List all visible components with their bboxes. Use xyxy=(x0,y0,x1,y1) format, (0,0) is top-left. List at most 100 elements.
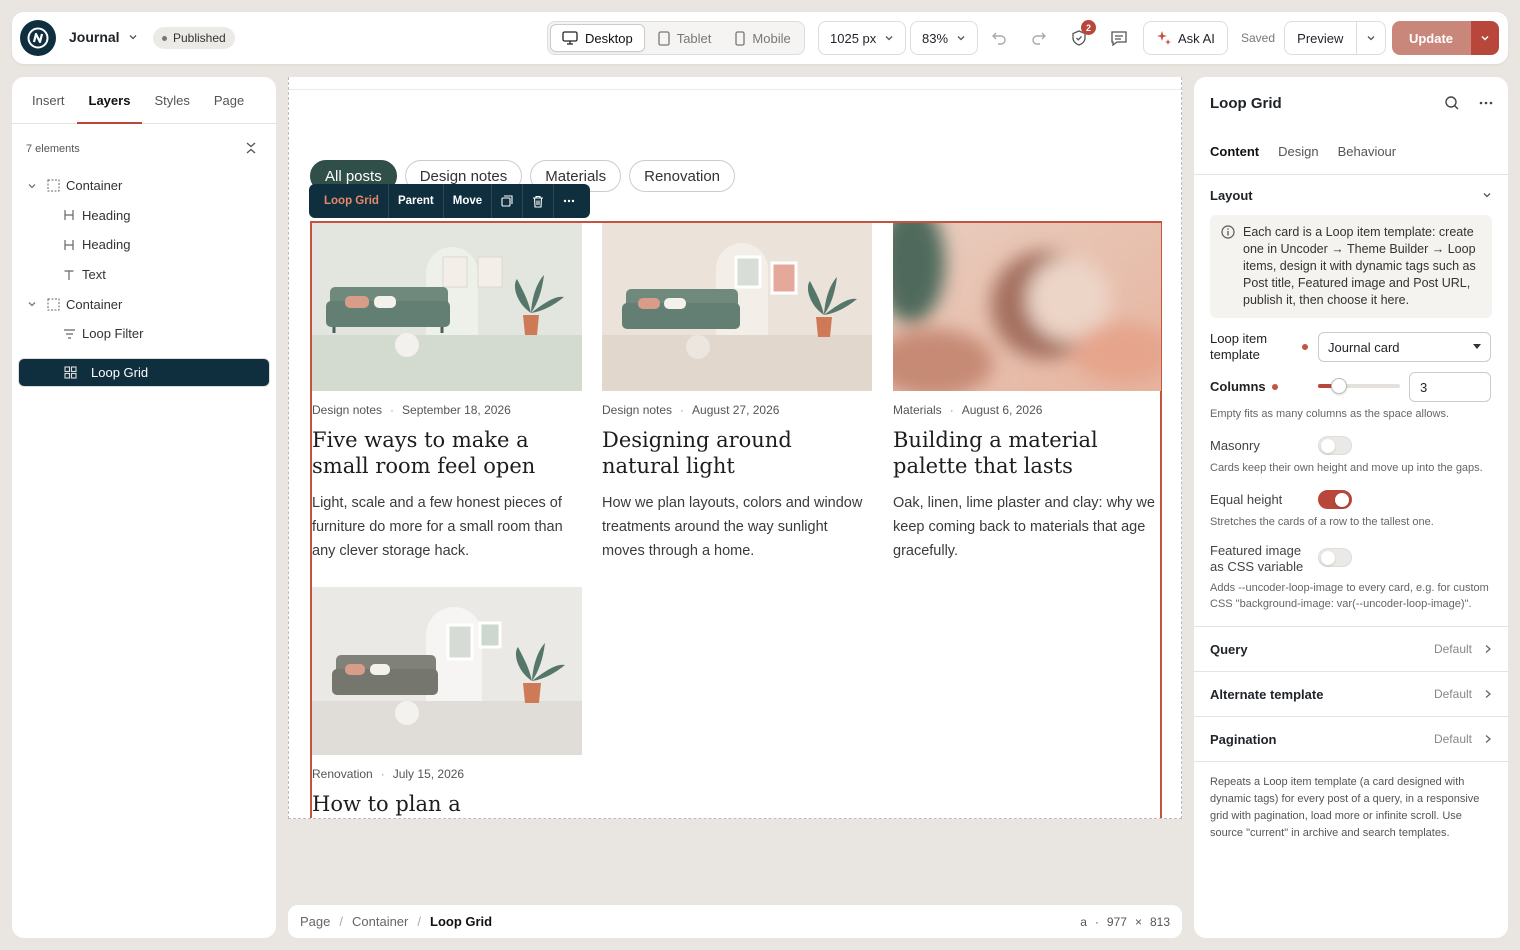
editor-canvas[interactable]: All posts Design notes Materials Renovat… xyxy=(288,77,1182,819)
post-category: Design notes xyxy=(602,403,673,417)
layer-item-text[interactable]: Text xyxy=(18,260,270,290)
trash-icon xyxy=(533,195,544,208)
masonry-toggle[interactable] xyxy=(1318,436,1352,455)
post-title[interactable]: How to plan a xyxy=(312,791,582,817)
device-switcher: Desktop Tablet Mobile xyxy=(547,21,805,55)
chevron-down-icon xyxy=(1483,193,1491,198)
layer-item-loop-grid[interactable]: Loop Grid xyxy=(18,357,270,388)
loop-item-template-value: Journal card xyxy=(1328,339,1400,355)
masonry-hint: Cards keep their own height and move up … xyxy=(1210,462,1483,474)
element-count: 7 elements xyxy=(26,143,80,155)
post-card[interactable]: Materials · August 6, 2026 Building a mate… xyxy=(893,223,1161,563)
layer-item-loop-filter[interactable]: Loop Filter xyxy=(18,319,270,349)
tab-page[interactable]: Page xyxy=(202,77,256,123)
breadcrumb-item-page[interactable]: Page xyxy=(300,914,330,929)
breadcrumb-item-container[interactable]: Container xyxy=(352,914,408,929)
delete-button[interactable] xyxy=(523,184,555,218)
duplicate-icon xyxy=(501,195,513,207)
masonry-label: Masonry xyxy=(1210,438,1260,453)
device-desktop-button[interactable]: Desktop xyxy=(550,24,645,52)
more-options-button[interactable] xyxy=(554,184,584,218)
post-title[interactable]: Designing around natural light xyxy=(602,427,872,479)
preview-options-button[interactable] xyxy=(1355,22,1385,54)
columns-slider-handle[interactable] xyxy=(1330,378,1347,394)
columns-input[interactable]: 3 xyxy=(1409,372,1491,402)
columns-hint: Empty fits as many columns as the space … xyxy=(1210,408,1450,420)
layer-item-container-1[interactable]: Container xyxy=(18,171,270,201)
app-logo[interactable] xyxy=(20,20,56,56)
redo-button[interactable] xyxy=(1028,27,1050,49)
tab-layers[interactable]: Layers xyxy=(76,77,143,124)
ask-ai-button[interactable]: Ask AI xyxy=(1143,21,1228,55)
logo-icon xyxy=(27,27,49,49)
move-button[interactable]: Move xyxy=(444,184,493,218)
post-excerpt: Oak, linen, lime plaster and clay: why w… xyxy=(893,495,1155,559)
layers-tree: Container Heading Heading Text Container… xyxy=(18,171,270,388)
device-tablet-button[interactable]: Tablet xyxy=(647,24,723,52)
post-excerpt: How we plan layouts, colors and window t… xyxy=(602,495,863,559)
search-button[interactable] xyxy=(1444,95,1460,115)
site-switcher[interactable]: Journal xyxy=(69,29,138,45)
layer-item-heading-1[interactable]: Heading xyxy=(18,201,270,231)
tablet-icon xyxy=(658,30,670,46)
inspector-title: Loop Grid xyxy=(1210,94,1282,112)
filter-renovation[interactable]: Renovation xyxy=(629,160,736,192)
masonry-row: Masonry xyxy=(1210,436,1492,456)
tab-content[interactable]: Content xyxy=(1210,144,1259,159)
breadcrumb-item-loop-grid[interactable]: Loop Grid xyxy=(430,914,492,929)
layout-section-header[interactable]: Layout xyxy=(1210,175,1492,215)
zoom-select[interactable]: 83% xyxy=(910,21,979,55)
pagination-section[interactable]: Pagination Default xyxy=(1194,716,1508,761)
query-section[interactable]: Query Default xyxy=(1194,626,1508,671)
duplicate-button[interactable] xyxy=(492,184,524,218)
breadcrumb: Page / Container / Loop Grid a · 977 × 8… xyxy=(288,905,1182,938)
collapse-all-button[interactable] xyxy=(244,140,258,159)
left-panel-tabs: Insert Layers Styles Page xyxy=(12,77,276,124)
equal-height-toggle[interactable] xyxy=(1318,490,1352,509)
comment-icon xyxy=(1111,31,1127,47)
update-options-button[interactable] xyxy=(1470,21,1499,55)
alternate-template-section[interactable]: Alternate template Default xyxy=(1194,671,1508,716)
comments-button[interactable] xyxy=(1108,27,1130,49)
required-indicator xyxy=(1271,384,1278,390)
tab-styles[interactable]: Styles xyxy=(142,77,201,123)
post-card[interactable]: Design notes · August 27, 2026 Designing a… xyxy=(602,223,872,563)
element-name-button[interactable]: Loop Grid xyxy=(315,184,389,218)
loop-item-template-label: Loop item template xyxy=(1210,331,1268,362)
chevron-down-icon[interactable] xyxy=(26,299,38,309)
post-card[interactable]: Design notes · September 18, 2026 Five way… xyxy=(312,223,582,563)
layer-item-container-2[interactable]: Container xyxy=(18,289,270,319)
preview-button[interactable]: Preview xyxy=(1285,31,1356,46)
pagination-label: Pagination xyxy=(1210,731,1277,747)
panel-menu-button[interactable] xyxy=(1479,95,1493,115)
layer-label: Text xyxy=(82,267,106,283)
loop-grid-selection[interactable]: Design notes · September 18, 2026 Five way… xyxy=(310,221,1162,818)
site-name: Journal xyxy=(69,29,120,45)
tab-behaviour[interactable]: Behaviour xyxy=(1338,144,1397,159)
canvas-width-select[interactable]: 1025 px xyxy=(818,21,907,55)
tab-insert[interactable]: Insert xyxy=(20,77,77,123)
update-button[interactable]: Update xyxy=(1392,21,1470,55)
chevron-down-icon xyxy=(129,35,137,40)
device-mobile-button[interactable]: Mobile xyxy=(724,24,801,52)
featured-image-toggle[interactable] xyxy=(1318,548,1352,567)
select-parent-button[interactable]: Parent xyxy=(389,184,444,218)
post-card[interactable]: Renovation · July 15, 2026 How to plan a xyxy=(312,587,582,817)
chevron-down-icon xyxy=(885,36,893,41)
post-date: August 6, 2026 xyxy=(961,403,1043,417)
layer-label: Loop Filter xyxy=(82,326,144,342)
living-room-illustration-grey xyxy=(312,587,582,755)
post-meta: Design notes · September 18, 2026 xyxy=(312,403,511,417)
columns-slider[interactable] xyxy=(1318,378,1400,394)
abstract-blur-image xyxy=(893,223,1161,391)
undo-button[interactable] xyxy=(988,27,1010,49)
post-title[interactable]: Five ways to make a small room feel open xyxy=(312,427,582,479)
notifications-button[interactable]: 2 xyxy=(1068,20,1096,49)
loop-item-template-select[interactable]: Journal card xyxy=(1318,332,1491,362)
layer-item-heading-2[interactable]: Heading xyxy=(18,230,270,260)
element-height: 813 xyxy=(1149,914,1170,929)
search-icon xyxy=(1445,96,1459,110)
chevron-down-icon[interactable] xyxy=(26,181,38,191)
tab-design[interactable]: Design xyxy=(1278,144,1318,159)
post-title[interactable]: Building a material palette that lasts xyxy=(893,427,1161,479)
